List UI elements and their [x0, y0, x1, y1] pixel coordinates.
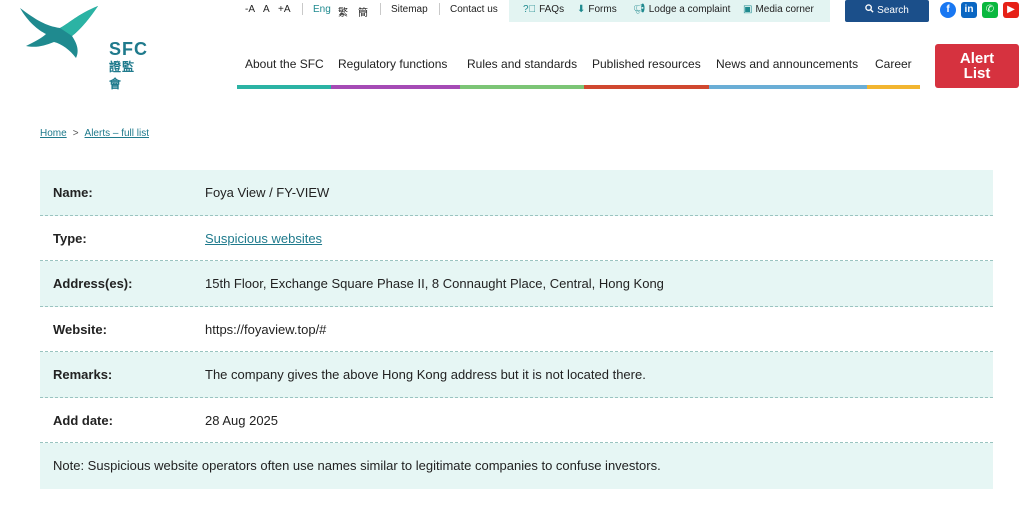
faqs-label: FAQs: [539, 4, 565, 15]
sfc-logo[interactable]: SFC 證監會: [16, 2, 147, 91]
alert-list-label-1: Alert: [959, 50, 995, 67]
nav-accent-bar: [460, 85, 584, 89]
nav-news[interactable]: News and announcements: [716, 57, 858, 71]
breadcrumb: Home > Alerts – full list: [40, 128, 149, 139]
detail-row-website: Website: https://foyaview.top/#: [40, 307, 993, 352]
forms-label: Forms: [588, 4, 617, 15]
nav-about[interactable]: About the SFC: [245, 57, 324, 71]
breadcrumb-home-link[interactable]: Home: [40, 128, 67, 139]
divider: [302, 3, 303, 15]
search-icon: [865, 0, 874, 22]
detail-value: Foya View / FY-VIEW: [205, 185, 330, 200]
lang-sc-link[interactable]: 簡: [358, 4, 368, 19]
note-text: Note: Suspicious website operators often…: [53, 458, 661, 473]
detail-row-remarks: Remarks: The company gives the above Hon…: [40, 352, 993, 398]
megaphone-icon: 📢︎: [633, 4, 646, 15]
detail-label: Type:: [53, 230, 87, 246]
quick-links-bar: ?⃝ FAQs ⬇ Forms 📢︎ Lodge a complaint ▣ Media…: [509, 0, 830, 22]
detail-row-address: Address(es): 15th Floor, Exchange Square…: [40, 261, 993, 307]
nav-accent-bar: [331, 85, 460, 89]
detail-row-name: Name: Foya View / FY-VIEW: [40, 170, 993, 216]
contact-link[interactable]: Contact us: [450, 4, 498, 15]
detail-value: 15th Floor, Exchange Square Phase II, 8 …: [205, 276, 664, 291]
detail-row-add-date: Add date: 28 Aug 2025: [40, 398, 993, 443]
sitemap-link[interactable]: Sitemap: [391, 4, 428, 15]
lang-eng-link[interactable]: Eng: [313, 4, 331, 15]
search-button[interactable]: Search: [845, 0, 929, 22]
nav-regulatory[interactable]: Regulatory functions: [338, 57, 447, 71]
nav-accent-bar: [237, 85, 331, 89]
divider: [380, 3, 381, 15]
media-label: Media corner: [755, 4, 814, 15]
faqs-link[interactable]: ?⃝ FAQs: [523, 4, 564, 15]
detail-value: https://foyaview.top/#: [205, 321, 327, 337]
facebook-icon[interactable]: f: [940, 2, 956, 18]
nav-accent-bar: [867, 85, 920, 89]
nav-accent-bar: [584, 85, 709, 89]
complaint-link[interactable]: 📢︎ Lodge a complaint: [633, 4, 730, 15]
breadcrumb-alerts-link[interactable]: Alerts – full list: [85, 128, 149, 139]
alert-list-button[interactable]: Alert List: [935, 44, 1019, 88]
detail-note: Note: Suspicious website operators often…: [40, 443, 993, 489]
logo-text: SFC: [109, 39, 148, 59]
detail-label: Website:: [53, 321, 107, 337]
detail-label: Name:: [53, 185, 93, 200]
download-icon: ⬇: [577, 4, 586, 15]
complaint-label: Lodge a complaint: [648, 4, 731, 15]
detail-row-type: Type: Suspicious websites: [40, 216, 993, 261]
wechat-icon[interactable]: ✆: [982, 2, 998, 18]
lang-tc-link[interactable]: 繁: [338, 4, 348, 19]
breadcrumb-separator: >: [72, 128, 79, 139]
alert-list-label-2: List: [963, 65, 991, 82]
detail-value: The company gives the above Hong Kong ad…: [205, 367, 646, 382]
font-normal-button[interactable]: A: [263, 4, 270, 15]
detail-label: Add date:: [53, 412, 113, 428]
image-icon: ▣: [743, 4, 753, 15]
nav-rules[interactable]: Rules and standards: [467, 57, 577, 71]
nav-accent-bar: [709, 85, 867, 89]
alert-detail-table: Name: Foya View / FY-VIEW Type: Suspicio…: [40, 170, 993, 489]
divider: [439, 3, 440, 15]
forms-link[interactable]: ⬇ Forms: [577, 4, 617, 15]
question-icon: ?⃝: [523, 4, 537, 15]
detail-label: Address(es):: [53, 276, 133, 291]
detail-value: 28 Aug 2025: [205, 412, 279, 428]
eagle-icon: [20, 6, 98, 58]
type-link[interactable]: Suspicious websites: [205, 231, 322, 246]
font-larger-button[interactable]: +A: [278, 4, 291, 15]
font-smaller-button[interactable]: -A: [245, 4, 255, 15]
youtube-icon[interactable]: ▶: [1003, 2, 1019, 18]
media-link[interactable]: ▣ Media corner: [743, 4, 814, 15]
nav-career[interactable]: Career: [875, 57, 912, 71]
search-label: Search: [877, 5, 909, 16]
logo-text-zh: 證監會: [109, 60, 136, 91]
linkedin-icon[interactable]: in: [961, 2, 977, 18]
detail-label: Remarks:: [53, 367, 113, 382]
nav-resources[interactable]: Published resources: [592, 57, 701, 71]
